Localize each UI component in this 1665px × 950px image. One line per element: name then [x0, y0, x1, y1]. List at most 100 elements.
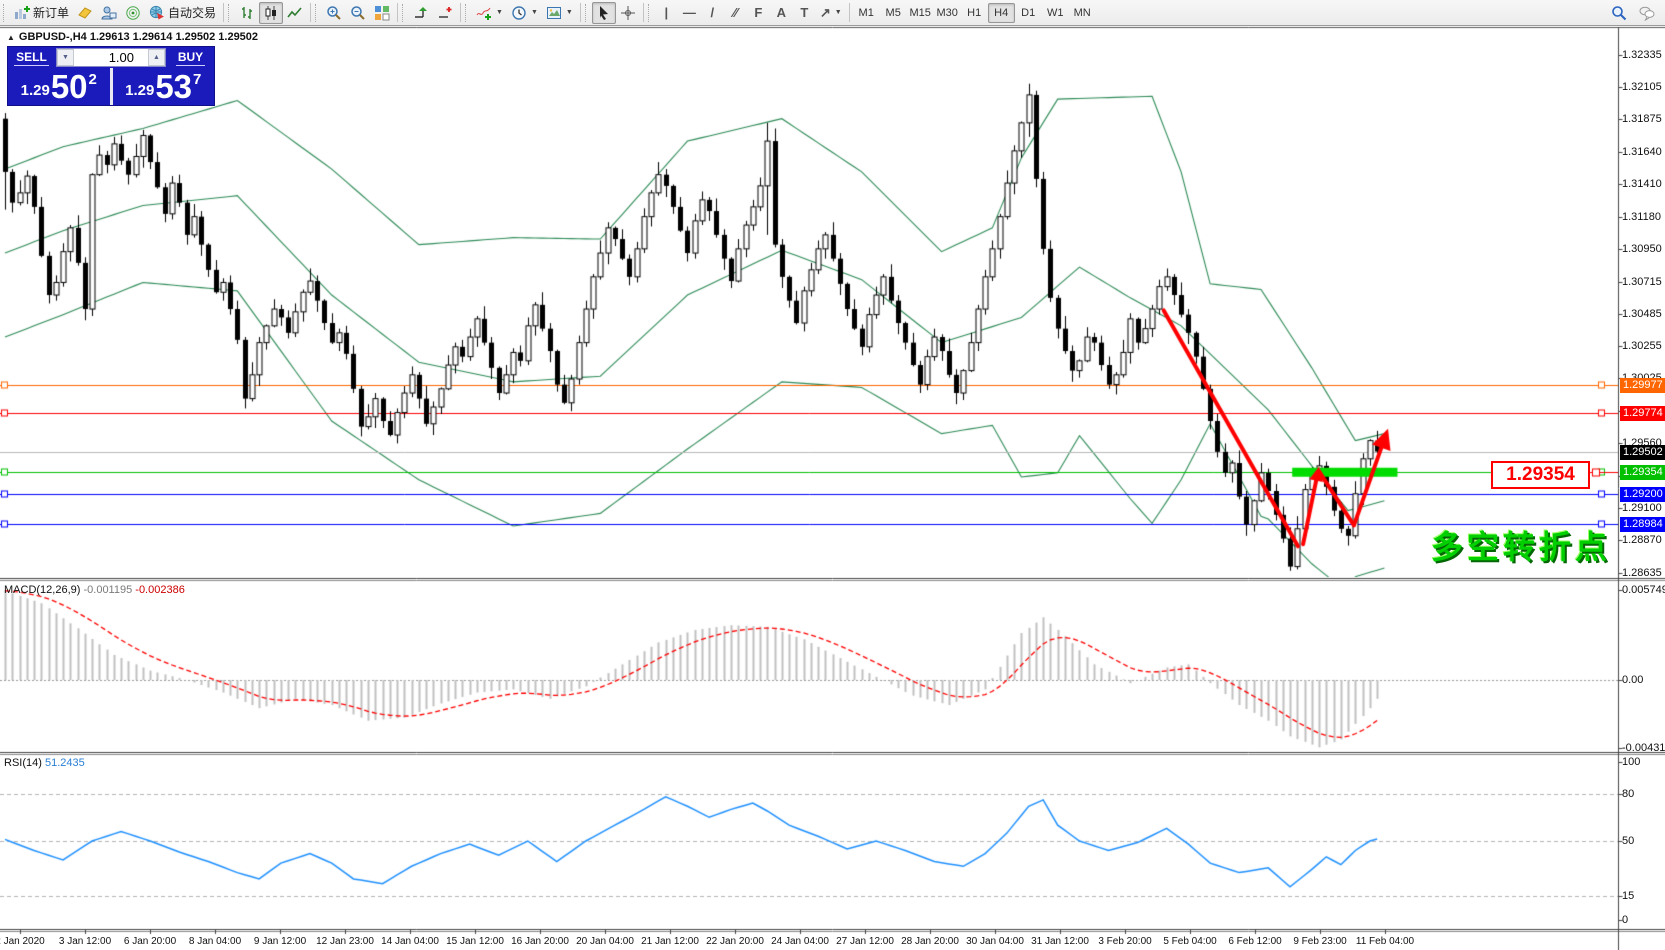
timeframe-h1-button[interactable]: H1	[961, 3, 988, 23]
rsi-axis-tick: 50	[1622, 835, 1635, 847]
indicators-button[interactable]: ▼	[472, 2, 507, 24]
candlestick-chart-button[interactable]	[259, 1, 284, 24]
text-button[interactable]: A	[770, 2, 793, 24]
time-axis-label[interactable]: 5 Feb 04:00	[1163, 936, 1216, 947]
toolbar-separator	[223, 3, 225, 22]
time-axis-label[interactable]: 6 Jan 20:00	[124, 936, 176, 947]
toolbar-separator	[579, 3, 581, 22]
chart-canvas[interactable]	[0, 0, 1665, 950]
time-axis-label[interactable]: 11 Feb 04:00	[1356, 936, 1414, 947]
data-window-button[interactable]	[97, 2, 121, 24]
timeframe-m1-button[interactable]: M1	[853, 3, 880, 23]
toolbar: 新订单 自动交易 ▼ ▼ ▼ | — / ⁄⁄ F A T ↗ ▼ M1 M5 M15 M30 H1 H4 D1 W1 MN	[0, 0, 1665, 26]
price-level-tag[interactable]: 1.29354	[1491, 461, 1590, 489]
timeframe-m30-button[interactable]: M30	[934, 3, 961, 23]
time-axis-label[interactable]: 16 Jan 20:00	[511, 936, 569, 947]
time-axis-label[interactable]: 31 Jan 12:00	[1031, 936, 1089, 947]
buy-price-button[interactable]: 1.29 53 7	[112, 68, 214, 105]
symbol-ohlc-text: GBPUSD-,H4 1.29613 1.29614 1.29502 1.295…	[18, 31, 259, 43]
sell-button[interactable]: SELL	[8, 47, 55, 68]
arrows-button[interactable]: ↗ ▼	[816, 2, 846, 24]
time-axis-label[interactable]: 9 Jan 12:00	[254, 936, 306, 947]
horizontal-line-button[interactable]: —	[678, 2, 701, 24]
time-axis-label[interactable]: 15 Jan 12:00	[446, 936, 504, 947]
current-price-label: 1.29502	[1620, 444, 1665, 460]
crosshair-icon	[620, 5, 636, 21]
turning-point-annotation[interactable]: 多空转折点	[1426, 522, 1611, 568]
crosshair-button[interactable]	[616, 2, 640, 24]
trendline-button[interactable]: /	[701, 2, 724, 24]
sell-price-button[interactable]: 1.29 50 2	[8, 68, 110, 105]
zoom-out-icon	[350, 5, 366, 21]
cursor-button[interactable]	[591, 1, 616, 24]
price-axis-tick: 1.31640	[1622, 146, 1662, 159]
zoom-in-button[interactable]	[322, 2, 346, 24]
time-axis-label[interactable]: 20 Jan 04:00	[576, 936, 634, 947]
collapse-panel-icon[interactable]: ▲	[7, 33, 15, 42]
profile-blue-icon	[101, 5, 117, 21]
time-axis-label[interactable]: 24 Jan 04:00	[771, 936, 829, 947]
dropdown-caret-icon[interactable]: ▼	[496, 9, 503, 16]
time-axis-label[interactable]: 9 Feb 23:00	[1293, 936, 1346, 947]
buy-button[interactable]: BUY	[167, 47, 214, 68]
line-chart-button[interactable]	[283, 2, 307, 24]
timeframe-h4-button[interactable]: H4	[987, 2, 1015, 23]
time-axis-label[interactable]: 2 Jan 2020	[0, 936, 45, 947]
auto-scroll-icon	[413, 5, 429, 21]
time-axis-label[interactable]: 27 Jan 12:00	[836, 936, 894, 947]
chart-plus-icon	[14, 5, 30, 21]
time-axis-label[interactable]: 12 Jan 23:00	[316, 936, 374, 947]
time-axis-label[interactable]: 6 Feb 12:00	[1228, 936, 1281, 947]
dropdown-caret-icon[interactable]: ▼	[531, 9, 538, 16]
signals-button[interactable]	[121, 2, 145, 24]
volume-input[interactable]: 1.00	[74, 49, 148, 66]
time-axis-label[interactable]: 8 Jan 04:00	[189, 936, 241, 947]
timeframe-mn-button[interactable]: MN	[1069, 3, 1096, 23]
time-axis-label[interactable]: 3 Jan 12:00	[59, 936, 111, 947]
chart-shift-icon	[437, 5, 453, 21]
chat-button[interactable]	[1635, 2, 1659, 24]
toolbar-separator	[642, 3, 644, 22]
auto-scroll-button[interactable]	[409, 2, 433, 24]
time-axis-label[interactable]: 21 Jan 12:00	[641, 936, 699, 947]
periods-button[interactable]: ▼	[507, 2, 542, 24]
templates-button[interactable]: ▼	[542, 2, 577, 24]
bar-chart-button[interactable]	[235, 2, 259, 24]
fibonacci-button-glyph: F	[754, 5, 763, 20]
toolbar-grip	[465, 3, 469, 22]
fibonacci-button[interactable]: F	[747, 2, 770, 24]
timeframe-w1-button[interactable]: W1	[1042, 3, 1069, 23]
timeframe-d1-button[interactable]: D1	[1015, 3, 1042, 23]
time-axis-label[interactable]: 30 Jan 04:00	[966, 936, 1024, 947]
market-watch-button[interactable]	[73, 2, 97, 24]
volume-down-button[interactable]: ▼	[57, 49, 74, 66]
dropdown-caret-icon[interactable]: ▼	[835, 9, 842, 16]
chart-shift-button[interactable]	[433, 2, 457, 24]
yellow-gem-icon	[77, 5, 93, 21]
rsi-axis-tick: 100	[1622, 756, 1641, 768]
autotrading-button[interactable]: 自动交易	[145, 2, 220, 24]
dropdown-caret-icon[interactable]: ▼	[566, 9, 573, 16]
vertical-line-button[interactable]: |	[655, 2, 678, 24]
search-button[interactable]	[1607, 2, 1631, 24]
price-axis-tick: 1.30255	[1622, 340, 1662, 353]
rsi-value: 51.2435	[44, 757, 85, 769]
time-axis-label[interactable]: 14 Jan 04:00	[381, 936, 439, 947]
zoom-out-button[interactable]	[346, 2, 370, 24]
macd-axis-tick: 0.005749	[1622, 583, 1665, 596]
template-img-icon	[546, 5, 562, 21]
timeframe-m15-button[interactable]: M15	[907, 3, 934, 23]
one-click-trading-panel: SELL ▼ 1.00 ▲ BUY 1.29 50 2 1.29 53 7	[7, 46, 215, 106]
time-axis-label[interactable]: 28 Jan 20:00	[901, 936, 959, 947]
new-order-button[interactable]: 新订单	[10, 2, 73, 24]
timeframe-m5-button[interactable]: M5	[880, 3, 907, 23]
time-axis-label[interactable]: 3 Feb 20:00	[1098, 936, 1151, 947]
time-axis-label[interactable]: 22 Jan 20:00	[706, 936, 764, 947]
text-label-button[interactable]: T	[793, 2, 816, 24]
tile-windows-button[interactable]	[370, 2, 394, 24]
tiles-icon	[374, 5, 390, 21]
volume-up-button[interactable]: ▲	[148, 49, 165, 66]
channel-button[interactable]: ⁄⁄	[724, 2, 747, 24]
price-axis-tick: 1.29100	[1622, 501, 1662, 514]
chart-title: ▲ GBPUSD-,H4 1.29613 1.29614 1.29502 1.2…	[7, 31, 258, 43]
